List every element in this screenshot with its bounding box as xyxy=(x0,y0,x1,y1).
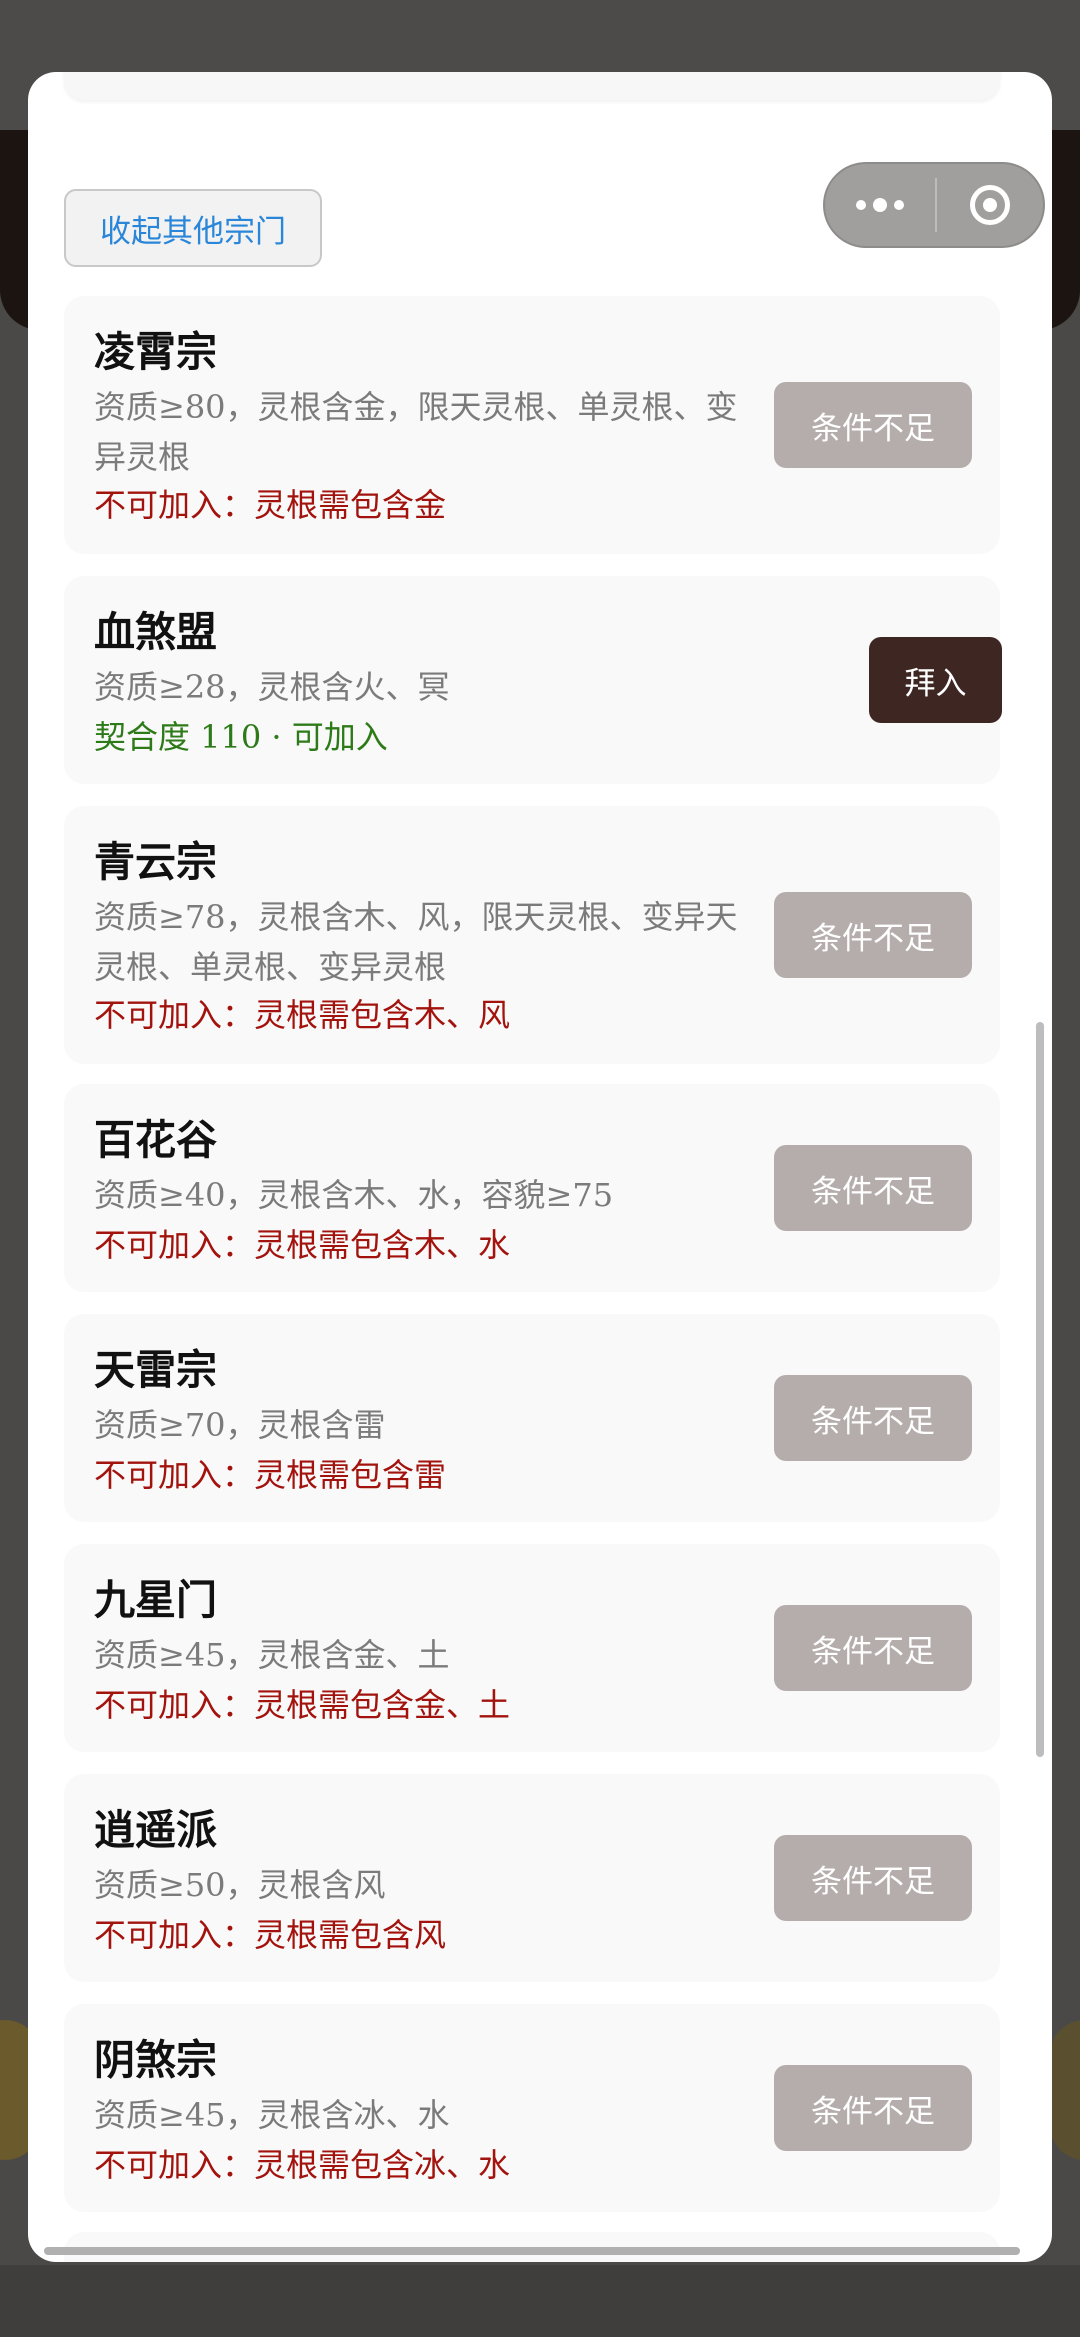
sect-requirement: 资质≥80，灵根含金，限天灵根、单灵根、变异灵根 xyxy=(94,388,738,476)
sect-status: 契合度 110 · 可加入 xyxy=(94,718,388,756)
sect-name: 凌霄宗 xyxy=(94,328,217,376)
sect-name: 青云宗 xyxy=(94,838,217,886)
sect-card: 天雷宗 资质≥70，灵根含雷 不可加入：灵根需包含雷 条件不足 xyxy=(64,1314,1000,1522)
join-button-disabled[interactable]: 条件不足 xyxy=(774,382,972,468)
sect-name: 阴煞宗 xyxy=(94,2036,217,2084)
join-button[interactable]: 拜入 xyxy=(869,637,1002,723)
join-button-disabled[interactable]: 条件不足 xyxy=(774,2065,972,2151)
sect-card: 逍遥派 资质≥50，灵根含风 不可加入：灵根需包含风 条件不足 xyxy=(64,1774,1000,1982)
mini-program-capsule xyxy=(823,162,1045,248)
sect-card: 凌霄宗 资质≥80，灵根含金，限天灵根、单灵根、变异灵根 不可加入：灵根需包含金… xyxy=(64,296,1000,554)
sect-name: 九星门 xyxy=(94,1576,217,1624)
sect-card: 百花谷 资质≥40，灵根含木、水，容貌≥75 不可加入：灵根需包含木、水 条件不… xyxy=(64,1084,1000,1292)
sect-status: 不可加入：灵根需包含金 xyxy=(94,486,447,524)
sect-requirement: 资质≥50，灵根含风 xyxy=(94,1866,386,1904)
vertical-scrollbar[interactable] xyxy=(1036,1022,1044,1757)
join-button-disabled[interactable]: 条件不足 xyxy=(774,892,972,978)
sect-requirement: 资质≥40，灵根含木、水，容貌≥75 xyxy=(94,1176,614,1214)
close-mini-program-icon[interactable] xyxy=(937,164,1043,246)
sect-status: 不可加入：灵根需包含金、土 xyxy=(94,1686,511,1724)
sect-status: 不可加入：灵根需包含木、风 xyxy=(94,996,511,1034)
sect-status: 不可加入：灵根需包含冰、水 xyxy=(94,2146,511,2184)
sect-card: 青云宗 资质≥78，灵根含木、风，限天灵根、变异天灵根、单灵根、变异灵根 不可加… xyxy=(64,806,1000,1064)
join-button-disabled[interactable]: 条件不足 xyxy=(774,1375,972,1461)
join-button-disabled[interactable]: 条件不足 xyxy=(774,1145,972,1231)
sect-requirement: 资质≥70，灵根含雷 xyxy=(94,1406,386,1444)
previous-card-edge xyxy=(64,72,1000,100)
sect-name: 百花谷 xyxy=(94,1116,217,1164)
more-icon[interactable] xyxy=(825,164,935,246)
background-decoration-right xyxy=(1050,2020,1080,2160)
sect-requirement: 资质≥45，灵根含金、土 xyxy=(94,1636,450,1674)
join-button-disabled[interactable]: 条件不足 xyxy=(774,1835,972,1921)
sect-status: 不可加入：灵根需包含木、水 xyxy=(94,1226,511,1264)
sect-requirement: 资质≥28，灵根含火、冥 xyxy=(94,668,450,706)
sect-name: 血煞盟 xyxy=(94,608,217,656)
join-button-disabled[interactable]: 条件不足 xyxy=(774,1605,972,1691)
sect-requirement: 资质≥78，灵根含木、风，限天灵根、变异天灵根、单灵根、变异灵根 xyxy=(94,898,738,986)
collapse-other-sects-button[interactable]: 收起其他宗门 xyxy=(64,189,322,267)
background-bottom-bar xyxy=(0,2265,1080,2337)
sect-card: 九星门 资质≥45，灵根含金、土 不可加入：灵根需包含金、土 条件不足 xyxy=(64,1544,1000,1752)
sect-name: 天雷宗 xyxy=(94,1346,217,1394)
sect-list-modal: 收起其他宗门 凌霄宗 资质≥80，灵根含金，限天灵根、单灵根、变异灵根 不可加入… xyxy=(28,72,1052,2262)
sect-card: 血煞盟 资质≥28，灵根含火、冥 契合度 110 · 可加入 拜入 xyxy=(64,576,1002,784)
sect-status: 不可加入：灵根需包含风 xyxy=(94,1916,447,1954)
sect-requirement: 资质≥45，灵根含冰、水 xyxy=(94,2096,450,2134)
horizontal-scrollbar[interactable] xyxy=(44,2247,1020,2255)
sect-card: 阴煞宗 资质≥45，灵根含冰、水 不可加入：灵根需包含冰、水 条件不足 xyxy=(64,2004,1000,2212)
sect-status: 不可加入：灵根需包含雷 xyxy=(94,1456,447,1494)
sect-name: 逍遥派 xyxy=(94,1806,217,1854)
